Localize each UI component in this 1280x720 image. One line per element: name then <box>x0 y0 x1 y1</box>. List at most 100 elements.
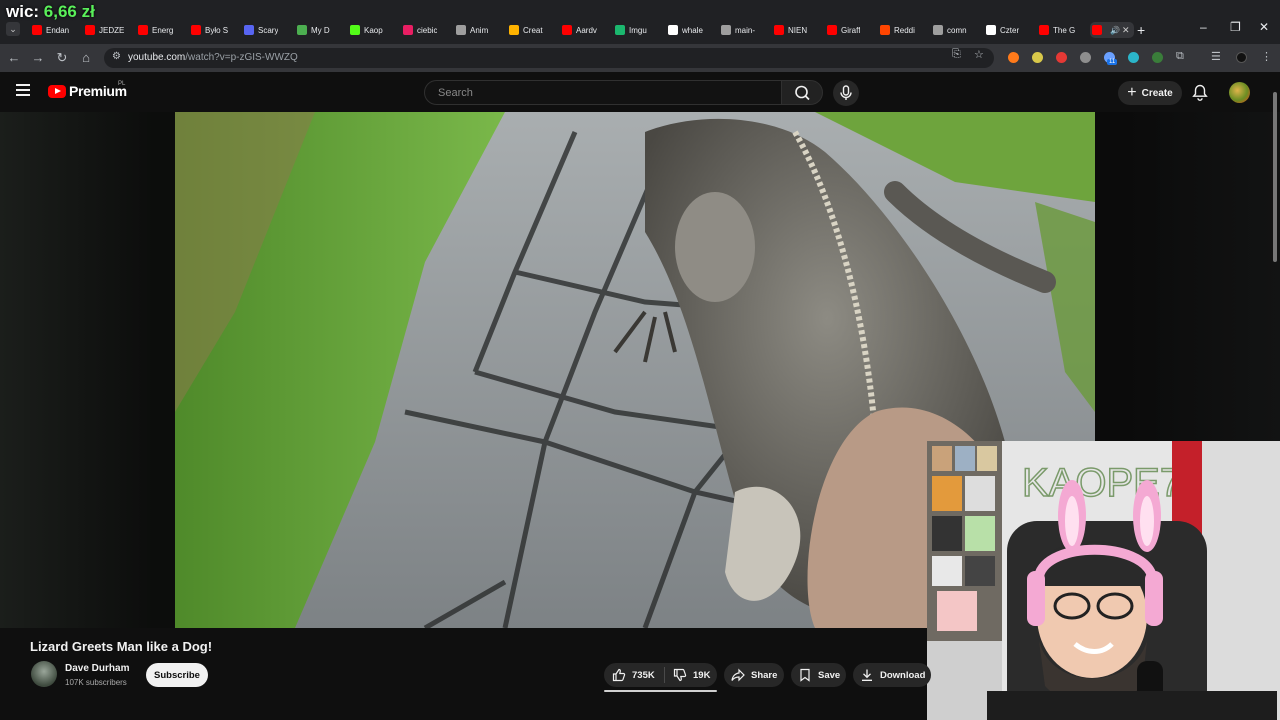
voice-search-button[interactable] <box>833 80 859 106</box>
stream-money-overlay: wic: 6,66 zł <box>6 2 95 22</box>
browser-tab[interactable]: Scary <box>242 22 295 38</box>
like-ratio-bar <box>604 690 717 692</box>
tab-title: comn <box>947 25 967 35</box>
browser-tab[interactable]: Aardv <box>560 22 613 38</box>
forward-arrow-icon[interactable]: → <box>30 50 46 66</box>
create-label: Create <box>1141 87 1173 99</box>
extension-7-icon[interactable] <box>1152 52 1163 63</box>
browser-tab[interactable]: Energ <box>136 22 189 38</box>
browser-menu-icon[interactable]: ⋮ <box>1261 50 1272 63</box>
restore-icon[interactable]: ❐ <box>1230 20 1241 34</box>
tab-title: NIEN <box>788 25 808 35</box>
video-title: Lizard Greets Man like a Dog! <box>30 639 213 654</box>
download-button[interactable]: Download <box>853 663 931 687</box>
channel-avatar[interactable] <box>31 661 57 687</box>
browser-tab[interactable]: ciebic <box>401 22 454 38</box>
overlay-label: wic: <box>6 2 40 21</box>
browser-tab[interactable]: main- <box>719 22 772 38</box>
extension-4-icon[interactable] <box>1080 52 1091 63</box>
channel-name[interactable]: Dave Durham <box>65 663 129 674</box>
extension-6-icon[interactable] <box>1128 52 1139 63</box>
video-info-section: Lizard Greets Man like a Dog! Dave Durha… <box>0 628 931 720</box>
new-tab-plus-icon[interactable]: + <box>1137 22 1145 38</box>
browser-tab[interactable]: My D <box>295 22 348 38</box>
account-avatar[interactable] <box>1229 82 1250 103</box>
save-button[interactable]: Save <box>791 663 846 687</box>
reload-icon[interactable]: ↻ <box>54 50 70 66</box>
tab-favicon-icon <box>615 25 625 35</box>
tab-favicon-icon <box>456 25 466 35</box>
tab-favicon-icon <box>403 25 413 35</box>
home-icon[interactable]: ⌂ <box>78 50 94 66</box>
bookmark-star-icon[interactable]: ☆ <box>974 48 984 61</box>
browser-tab[interactable]: Giraff <box>825 22 878 38</box>
browser-tab[interactable]: The G <box>1037 22 1090 38</box>
tab-list: Endan JEDZE Energ Było S Scary My D Kaop ciebic… <box>30 22 1134 38</box>
url-text[interactable]: youtube.com/watch?v=p-zGIS-WWZQ <box>128 52 298 63</box>
reading-list-icon[interactable]: ☰ <box>1211 50 1221 63</box>
tab-audio-icon[interactable]: 🔊 <box>1110 26 1120 35</box>
tab-title: Scary <box>258 25 279 35</box>
bookmark-icon <box>800 668 810 682</box>
minimize-icon[interactable]: – <box>1200 20 1207 34</box>
notifications-bell-icon[interactable] <box>1192 84 1208 106</box>
plus-icon: + <box>1127 84 1137 101</box>
tab-favicon-icon <box>562 25 572 35</box>
tab-title: Creat <box>523 25 543 35</box>
share-arrow-icon <box>731 668 745 682</box>
tab-favicon-icon <box>244 25 254 35</box>
address-bar[interactable]: ⚙ youtube.com/watch?v=p-zGIS-WWZQ <box>104 48 994 68</box>
tab-search-chevron-icon[interactable]: ⌄ <box>6 22 20 36</box>
youtube-play-icon <box>48 84 66 98</box>
extensions-puzzle-icon[interactable]: ⧉ <box>1176 50 1184 63</box>
search-input[interactable] <box>425 81 781 104</box>
browser-tab[interactable]: whale <box>666 22 719 38</box>
browser-tab[interactable]: comn <box>931 22 984 38</box>
tab-title: Energ <box>152 25 174 35</box>
search-button[interactable] <box>781 80 823 105</box>
tab-favicon-icon <box>85 25 95 35</box>
tab-title: Imgu <box>629 25 647 35</box>
tab-favicon-icon <box>827 25 837 35</box>
youtube-premium-logo[interactable]: Premium PL <box>48 81 127 99</box>
page-scrollbar[interactable] <box>1273 92 1277 262</box>
extension-1-icon[interactable] <box>1008 52 1019 63</box>
browser-tab[interactable]: Kaop <box>348 22 401 38</box>
tab-favicon-icon <box>350 25 360 35</box>
browser-toolbar: ← → ↻ ⌂ ⚙ youtube.com/watch?v=p-zGIS-WWZ… <box>0 44 1280 72</box>
download-icon <box>862 669 872 681</box>
subscribe-button[interactable]: Subscribe <box>146 663 208 687</box>
tab-favicon-icon <box>1039 25 1049 35</box>
menu-hamburger-icon[interactable] <box>16 84 30 99</box>
create-button[interactable]: + Create <box>1118 81 1182 105</box>
browser-tab[interactable]: Endan <box>30 22 83 38</box>
extension-2-icon[interactable] <box>1032 52 1043 63</box>
install-app-icon[interactable]: ⎘ <box>952 48 961 61</box>
tab-title: Czter <box>1000 25 1020 35</box>
country-code: PL <box>118 81 126 87</box>
browser-tab[interactable]: Było S <box>189 22 242 38</box>
tab-favicon-icon <box>986 25 996 35</box>
extension-3-icon[interactable] <box>1056 52 1067 63</box>
tab-title: ciebic <box>417 25 438 35</box>
share-label: Share <box>751 669 778 681</box>
browser-tab[interactable]: Imgu <box>613 22 666 38</box>
extension-badge: 11 <box>1107 59 1118 65</box>
tab-close-icon[interactable]: ✕ <box>1122 25 1130 36</box>
browser-tab[interactable]: Reddi <box>878 22 931 38</box>
like-button[interactable]: 735K <box>604 663 664 687</box>
browser-tab[interactable]: Anim <box>454 22 507 38</box>
browser-tab[interactable]: Creat <box>507 22 560 38</box>
dislike-button[interactable]: 19K <box>665 663 710 687</box>
active-browser-tab[interactable]: 🔊 ✕ <box>1090 22 1134 38</box>
share-button[interactable]: Share <box>724 663 784 687</box>
browser-tab[interactable]: JEDZE <box>83 22 136 38</box>
dislike-count: 19K <box>693 669 711 681</box>
back-arrow-icon[interactable]: ← <box>6 50 22 66</box>
download-label: Download <box>880 669 926 681</box>
browser-tab[interactable]: Czter <box>984 22 1037 38</box>
browser-tab[interactable]: NIEN <box>772 22 825 38</box>
site-info-icon[interactable]: ⚙ <box>112 51 121 62</box>
profile-icon[interactable] <box>1236 52 1247 63</box>
close-window-icon[interactable]: ✕ <box>1259 20 1269 34</box>
